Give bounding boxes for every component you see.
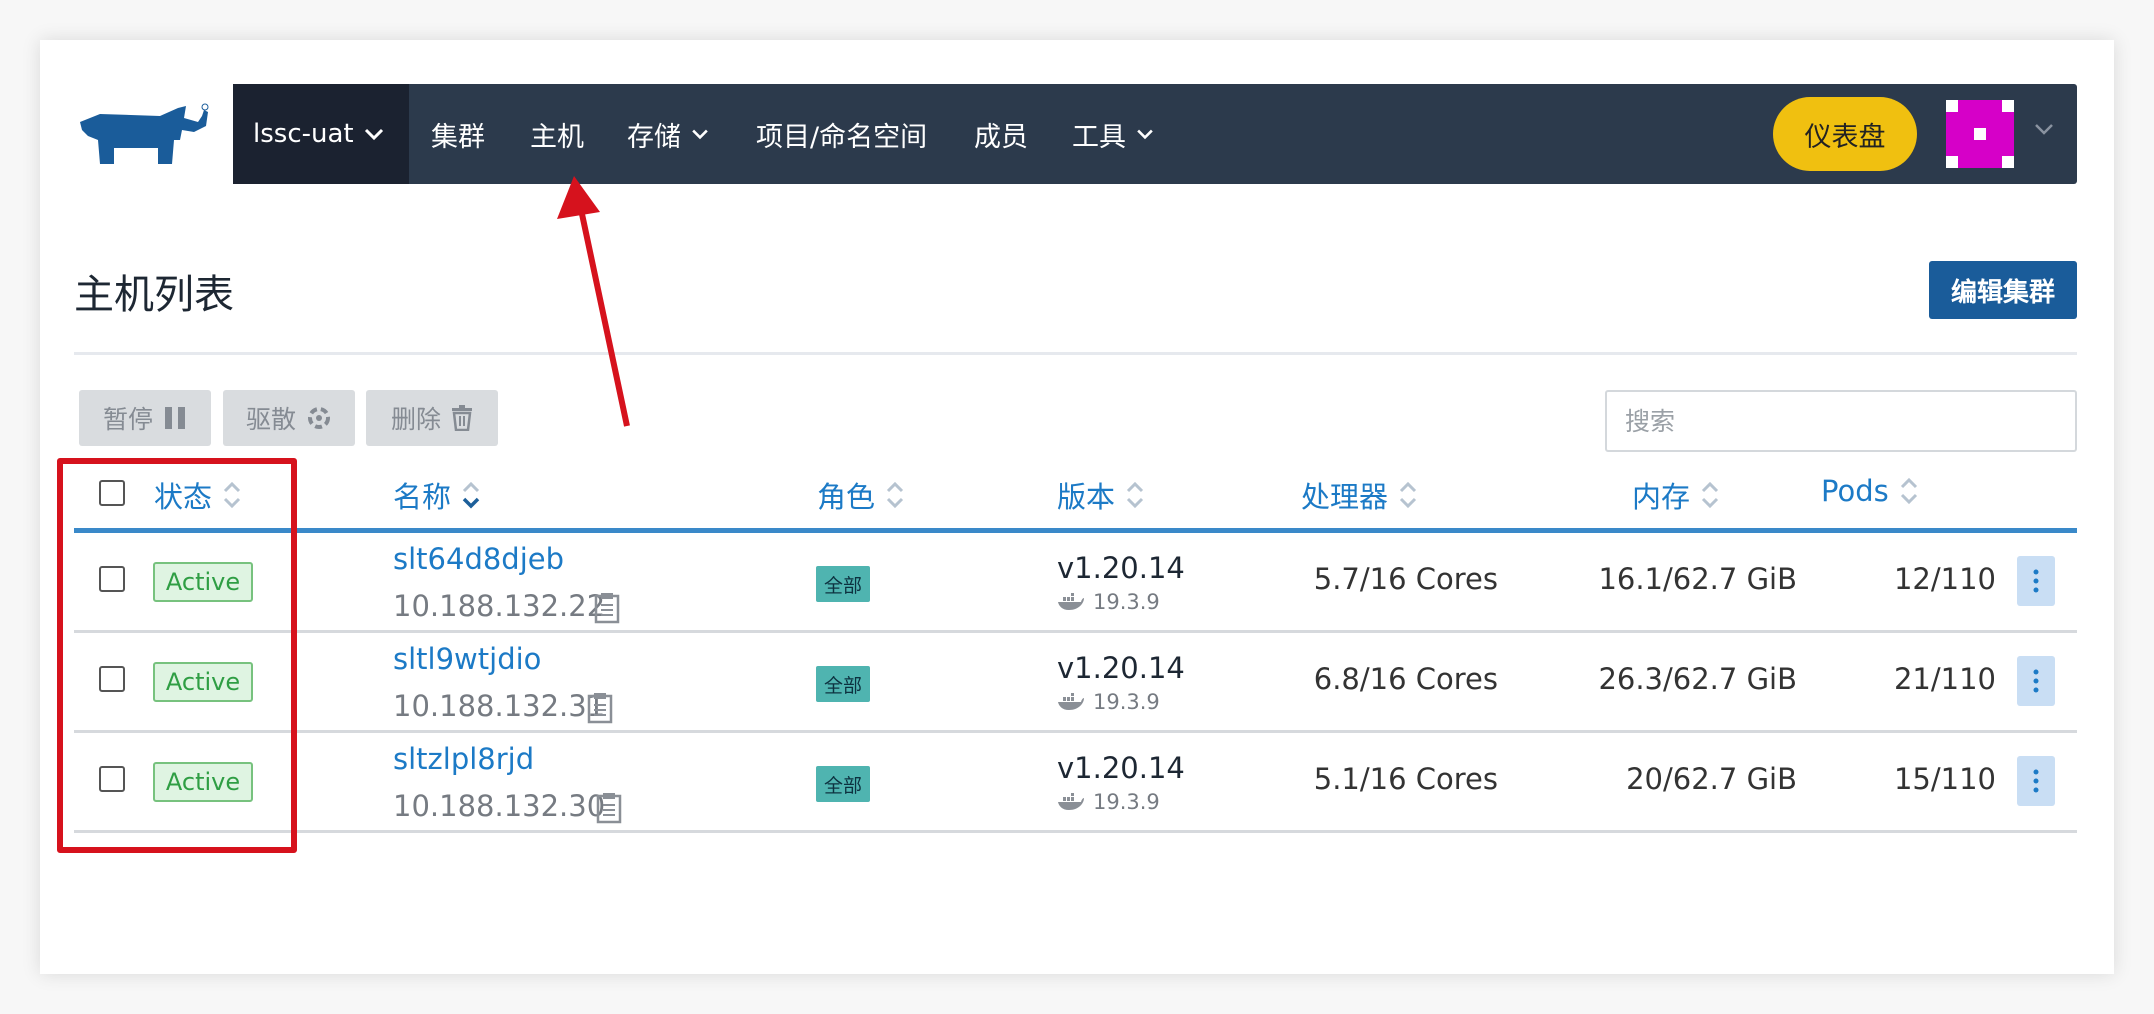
column-header-label: Pods xyxy=(1821,474,1889,508)
search-input[interactable] xyxy=(1605,390,2077,452)
annotation-highlight-box xyxy=(57,458,297,853)
pods-usage: 21/110 xyxy=(1893,662,1996,696)
sort-desc-icon xyxy=(462,481,480,509)
nav-item-label: 主机 xyxy=(530,121,584,153)
pause-button-label: 暂停 xyxy=(102,405,153,434)
more-vertical-icon xyxy=(2033,569,2039,593)
nav-item-projects-namespaces[interactable]: 项目/命名空间 xyxy=(756,84,927,184)
column-header-label: 处理器 xyxy=(1301,480,1389,514)
drain-button-label: 驱散 xyxy=(245,405,296,434)
delete-button-label: 删除 xyxy=(390,405,441,434)
docker-icon xyxy=(1058,793,1084,810)
column-header-name[interactable]: 名称 xyxy=(393,474,481,516)
sort-icon xyxy=(1126,481,1144,509)
cluster-selector[interactable]: lssc-uat xyxy=(233,84,409,184)
cpu-usage: 5.1/16 Cores xyxy=(1313,762,1498,796)
column-header-label: 版本 xyxy=(1057,480,1116,514)
delete-button[interactable]: 删除 xyxy=(366,390,498,446)
cpu-usage: 6.8/16 Cores xyxy=(1313,662,1498,696)
role-badge: 全部 xyxy=(816,766,870,802)
sort-icon xyxy=(1399,481,1417,509)
user-avatar[interactable] xyxy=(1946,100,2014,168)
docker-icon xyxy=(1058,693,1084,710)
memory-usage: 16.1/62.7 GiB xyxy=(1598,562,1797,596)
sort-icon xyxy=(1900,477,1917,505)
memory-usage: 26.3/62.7 GiB xyxy=(1598,662,1797,696)
docker-icon xyxy=(1058,593,1084,610)
nav-item-label: 成员 xyxy=(974,121,1028,153)
host-ip: 10.188.132.31 xyxy=(393,689,606,723)
kubelet-version: v1.20.14 xyxy=(1057,551,1185,585)
row-divider xyxy=(74,730,2077,733)
pods-usage: 15/110 xyxy=(1893,762,1996,796)
host-name-link[interactable]: sltl9wtjdio xyxy=(393,642,541,676)
pause-icon xyxy=(165,407,185,429)
memory-usage: 20/62.7 GiB xyxy=(1626,762,1797,796)
edit-cluster-button[interactable]: 编辑集群 xyxy=(1929,261,2077,319)
column-header-memory[interactable]: 内存 xyxy=(1632,474,1720,516)
nav-item-tools[interactable]: 工具 xyxy=(1072,84,1154,184)
nav-item-members[interactable]: 成员 xyxy=(974,84,1028,184)
rancher-logo[interactable] xyxy=(74,100,210,168)
docker-version-label: 19.3.9 xyxy=(1093,590,1160,614)
nav-item-storage[interactable]: 存储 xyxy=(627,84,709,184)
chevron-down-icon xyxy=(692,129,708,140)
table-header-divider xyxy=(74,528,2077,533)
column-header-label: 内存 xyxy=(1632,480,1691,514)
kubelet-version: v1.20.14 xyxy=(1057,651,1185,685)
row-actions-button[interactable] xyxy=(2017,556,2055,606)
column-header-cpu[interactable]: 处理器 xyxy=(1301,474,1418,516)
divider xyxy=(74,352,2077,355)
top-nav: lssc-uat 集群 主机 存储 项目/命名空间 成员 工具 仪表盘 xyxy=(233,84,2077,184)
row-divider xyxy=(74,630,2077,633)
nav-item-hosts[interactable]: 主机 xyxy=(530,84,584,184)
copy-icon[interactable] xyxy=(594,792,624,824)
page-title: 主机列表 xyxy=(74,272,234,318)
chevron-down-icon[interactable] xyxy=(2033,122,2055,136)
row-actions-button[interactable] xyxy=(2017,656,2055,706)
copy-icon[interactable] xyxy=(585,692,615,724)
nav-item-label: 存储 xyxy=(627,121,681,153)
more-vertical-icon xyxy=(2033,669,2039,693)
docker-version-label: 19.3.9 xyxy=(1093,690,1160,714)
cpu-usage: 5.7/16 Cores xyxy=(1313,562,1498,596)
host-name-link[interactable]: slt64d8djeb xyxy=(393,542,564,576)
host-ip: 10.188.132.22 xyxy=(393,589,606,623)
column-header-version[interactable]: 版本 xyxy=(1057,474,1145,516)
row-divider xyxy=(74,830,2077,833)
nav-item-clusters[interactable]: 集群 xyxy=(431,84,485,184)
nav-item-label: 集群 xyxy=(431,121,485,153)
docker-version: 19.3.9 xyxy=(1057,690,1160,714)
pods-usage: 12/110 xyxy=(1893,562,1996,596)
more-vertical-icon xyxy=(2033,769,2039,793)
docker-version: 19.3.9 xyxy=(1057,790,1160,814)
dashboard-button[interactable]: 仪表盘 xyxy=(1773,97,1917,171)
pause-button[interactable]: 暂停 xyxy=(79,390,211,446)
copy-icon[interactable] xyxy=(592,592,622,624)
sort-icon xyxy=(886,481,904,509)
column-header-label: 名称 xyxy=(393,480,452,514)
sort-icon xyxy=(1701,481,1719,509)
docker-version-label: 19.3.9 xyxy=(1093,790,1160,814)
nav-item-label: 工具 xyxy=(1072,121,1126,153)
host-ip: 10.188.132.30 xyxy=(393,789,606,823)
drain-button[interactable]: 驱散 xyxy=(223,390,355,446)
drain-icon xyxy=(308,407,330,429)
column-header-pods[interactable]: Pods xyxy=(1821,474,1919,508)
column-header-role[interactable]: 角色 xyxy=(817,474,905,516)
host-name-link[interactable]: sltzlpl8rjd xyxy=(393,742,534,776)
chevron-down-icon xyxy=(1137,129,1153,140)
role-badge: 全部 xyxy=(816,666,870,702)
role-badge: 全部 xyxy=(816,566,870,602)
column-header-label: 角色 xyxy=(817,480,876,514)
docker-version: 19.3.9 xyxy=(1057,590,1160,614)
cluster-selector-label: lssc-uat xyxy=(253,119,354,149)
row-actions-button[interactable] xyxy=(2017,756,2055,806)
trash-icon xyxy=(452,405,472,431)
kubelet-version: v1.20.14 xyxy=(1057,751,1185,785)
chevron-down-icon xyxy=(364,128,383,141)
nav-item-label: 项目/命名空间 xyxy=(756,121,928,153)
